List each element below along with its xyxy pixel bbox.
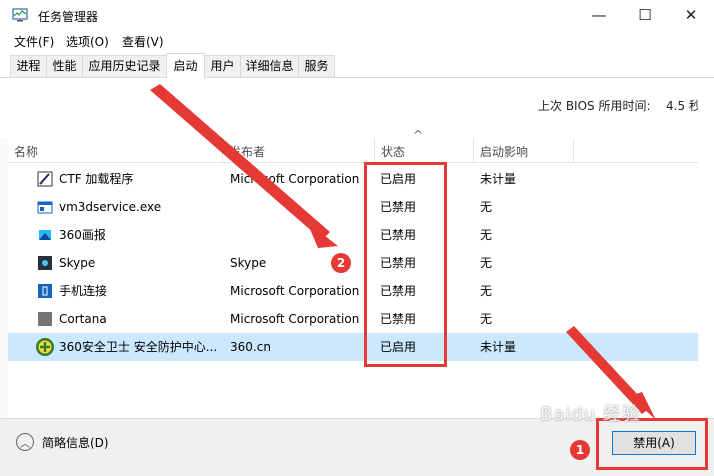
minimize-icon: — [591,6,607,24]
row-impact: 无 [480,284,493,298]
close-button[interactable]: ✕ [668,0,714,30]
chevron-up-icon: ︿ [16,433,34,451]
row-impact: 未计量 [480,340,517,354]
row-name: 360画报 [59,228,106,242]
menu-options[interactable]: 选项(O) [66,33,109,50]
table-header: 名称 发布者 状态 启动影响 [8,138,698,163]
annotation-badge-1: 1 [570,440,590,460]
row-publisher: 360.cn [230,340,271,354]
tab-processes[interactable]: 进程 [10,55,47,77]
maximize-icon: ☐ [638,6,652,24]
menu-bar: 文件(F) 选项(O) 查看(V) [0,30,714,52]
row-impact: 未计量 [480,172,517,186]
row-publisher: Microsoft Corporation [230,312,360,326]
menu-view[interactable]: 查看(V) [122,33,164,50]
table-row[interactable]: Cortana Microsoft Corporation 已禁用 无 [8,305,698,333]
tab-performance[interactable]: 性能 [46,55,83,77]
row-name: Skype [59,256,96,270]
table-row[interactable]: CTF 加载程序 Microsoft Corporation 已启用 未计量 [8,165,698,193]
column-header-status[interactable]: 状态 [375,138,474,162]
watermark: Baidu 经验 [540,404,641,425]
row-impact: 无 [480,228,493,242]
close-icon: ✕ [684,6,698,24]
row-impact: 无 [480,200,493,214]
phone-link-icon [38,284,52,298]
360-huabao-icon [39,230,51,240]
tab-strip: 进程 性能 应用历史记录 启动 用户 详细信息 服务 [0,53,714,78]
title-bar: 任务管理器 — ☐ ✕ [0,0,714,30]
row-name: Cortana [59,312,107,326]
tab-services[interactable]: 服务 [298,55,335,77]
row-publisher [230,221,370,249]
row-name: 360安全卫士 安全防护中心... [59,340,218,354]
less-info-toggle[interactable]: ︿ 简略信息(D) [16,433,109,451]
table-row[interactable]: 手机连接 Microsoft Corporation 已禁用 无 [8,277,698,305]
bios-time-label: 上次 BIOS 所用时间: [538,99,651,113]
left-rail [0,138,8,418]
row-publisher: Microsoft Corporation [230,172,360,186]
bios-time: 上次 BIOS 所用时间: 4.5 秒 [538,97,701,114]
row-name: CTF 加载程序 [59,172,134,186]
tab-app-history[interactable]: 应用历史记录 [82,55,167,77]
less-info-label: 简略信息(D) [42,435,109,450]
window-title: 任务管理器 [38,10,99,24]
row-name: 手机连接 [59,284,108,298]
tab-startup[interactable]: 启动 [166,53,205,78]
bios-time-value: 4.5 秒 [666,99,701,113]
row-publisher [230,193,370,221]
annotation-badge-2: 2 [331,253,351,273]
row-impact: 无 [480,256,493,270]
column-header-name[interactable]: 名称 [8,138,223,162]
minimize-button[interactable]: — [576,0,622,30]
table-row-selected[interactable]: 360安全卫士 安全防护中心... 360.cn 已启用 未计量 [8,333,698,361]
task-manager-icon [12,8,28,22]
row-impact: 无 [480,312,493,326]
menu-file[interactable]: 文件(F) [14,33,54,50]
row-name: vm3dservice.exe [59,200,162,214]
table-row[interactable]: Skype Skype 已禁用 无 [8,249,698,277]
maximize-button[interactable]: ☐ [622,0,668,30]
vm3dservice-icon [37,201,53,214]
column-header-impact[interactable]: 启动影响 [474,138,574,162]
tab-details[interactable]: 详细信息 [240,55,299,77]
table-row[interactable]: vm3dservice.exe 已禁用 无 [8,193,698,221]
column-header-publisher[interactable]: 发布者 [223,138,375,162]
vertical-scrollbar[interactable] [698,92,714,412]
360-safe-icon [36,338,54,356]
table-row[interactable]: 360画报 已禁用 无 [8,221,698,249]
ctf-loader-icon [37,171,53,187]
cortana-icon [38,312,52,326]
status-column-highlight [364,162,447,367]
skype-icon [38,256,52,270]
row-publisher: Microsoft Corporation [230,284,360,298]
tab-users[interactable]: 用户 [204,55,241,77]
